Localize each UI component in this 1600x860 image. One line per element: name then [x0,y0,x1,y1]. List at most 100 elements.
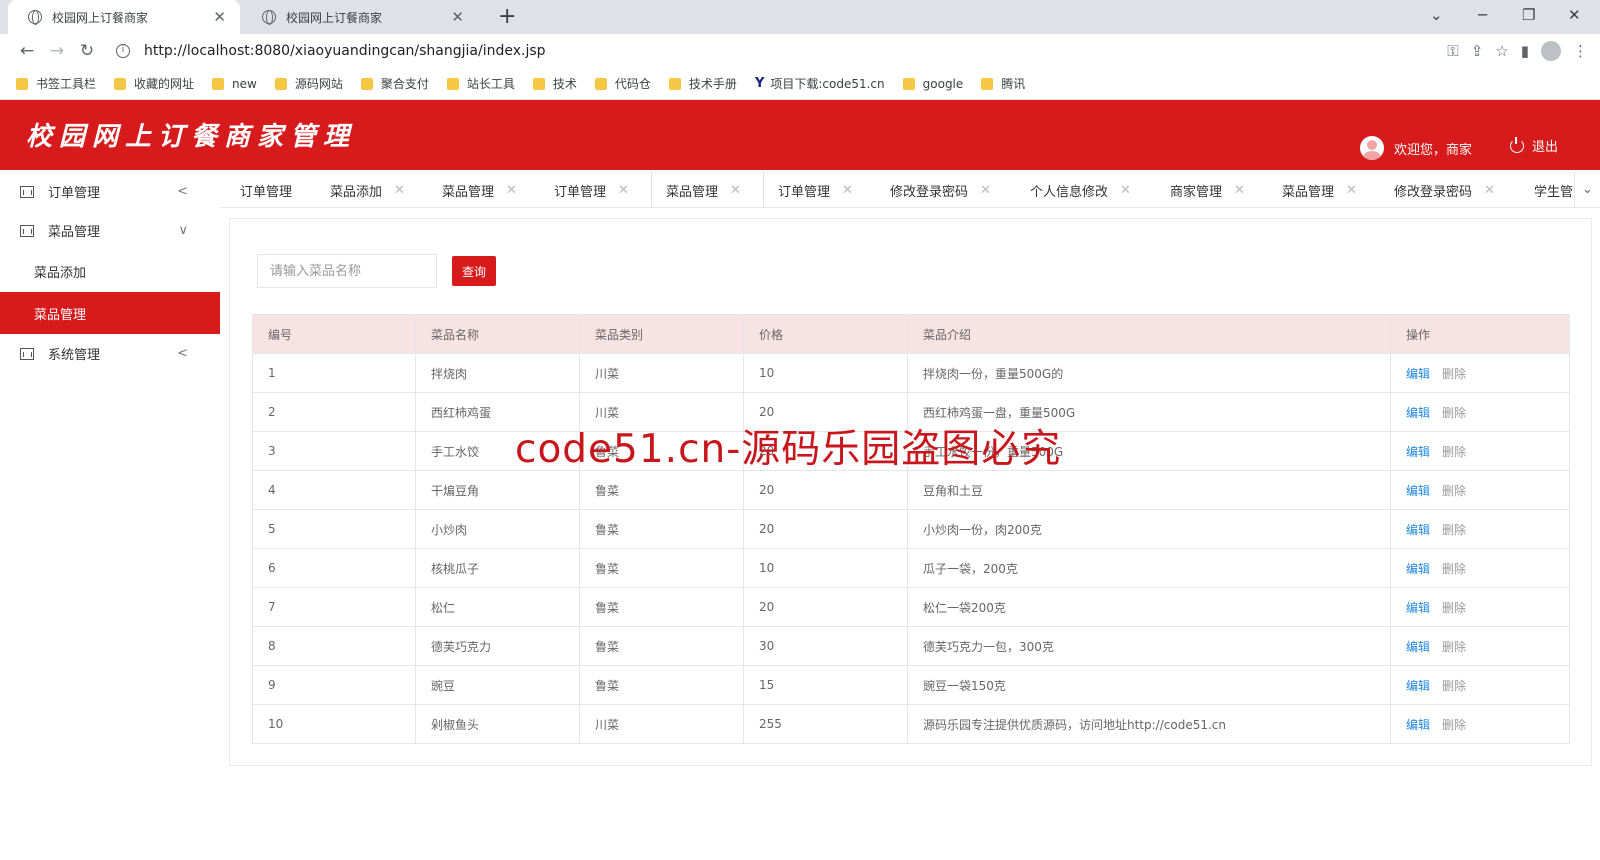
column-header: 编号 [252,314,416,354]
table-cell: 鲁菜 [579,587,744,627]
bookmark-item[interactable]: 腾讯 [981,75,1025,92]
close-icon[interactable]: ✕ [1484,183,1495,198]
bookmark-item[interactable]: 技术 [532,75,577,92]
edit-link[interactable]: 编辑 [1406,718,1430,732]
folder-icon [274,77,287,90]
reload-icon[interactable]: ↻ [72,41,102,61]
page-tab-active[interactable]: 菜品管理 ✕ [666,172,741,207]
page-tab[interactable]: 个人信息修改 ✕ [1030,172,1131,207]
bookmark-item[interactable]: Y 项目下载:code51.cn [755,75,885,92]
delete-link[interactable]: 删除 [1442,406,1466,420]
logout-label: 退出 [1531,140,1558,155]
window-close-icon[interactable]: ✕ [1568,6,1581,24]
close-icon[interactable]: ✕ [980,183,991,198]
table-cell: 20 [743,470,908,510]
bookmark-item[interactable]: 书签工具栏 [16,75,96,92]
close-icon[interactable]: ✕ [842,183,853,198]
bookmark-item[interactable]: new [212,77,257,91]
edit-link[interactable]: 编辑 [1406,406,1430,420]
delete-link[interactable]: 删除 [1442,445,1466,459]
bookmark-item[interactable]: google [902,77,963,91]
bookmark-item[interactable]: 技术手册 [668,75,737,92]
edit-link[interactable]: 编辑 [1406,640,1430,654]
profile-icon[interactable] [1541,41,1561,61]
close-icon[interactable]: ✕ [618,183,629,198]
chevron-down-icon[interactable]: ⌄ [1574,172,1600,207]
search-button[interactable]: 查询 [452,256,496,286]
page-tab[interactable]: 订单管理 ✕ [778,172,853,207]
table-cell: 鲁菜 [579,470,744,510]
delete-link[interactable]: 删除 [1442,679,1466,693]
page-tab[interactable]: 订单管理 ✕ [554,172,629,207]
star-icon[interactable]: ☆ [1495,42,1508,60]
sidebar-item-system[interactable]: 系统管理 < [0,334,220,373]
url-text: http://localhost:8080/xiaoyuandingcan/sh… [144,43,546,59]
site-info-icon[interactable]: i [116,44,130,58]
page-tab[interactable]: 菜品管理 ✕ [1282,172,1357,207]
new-tab-button[interactable]: + [498,4,516,29]
bookmark-item[interactable]: 聚合支付 [360,75,429,92]
page-tab[interactable]: 修改登录密码 ✕ [890,172,991,207]
edit-link[interactable]: 编辑 [1406,679,1430,693]
logout-button[interactable]: 退出 [1509,136,1558,155]
dish-name-search-input[interactable] [257,254,437,288]
page-tab[interactable]: 修改登录密码 ✕ [1394,172,1495,207]
delete-link[interactable]: 删除 [1442,601,1466,615]
sidebar-item-orders[interactable]: 订单管理 < [0,172,220,211]
bookmark-item[interactable]: 代码仓 [594,75,651,92]
close-icon[interactable]: ✕ [506,183,517,198]
sidebar-subitem-add-dish[interactable]: 菜品添加 [0,250,220,292]
page-tab[interactable]: 菜品管理 ✕ [442,172,517,207]
close-icon[interactable]: ✕ [213,8,226,26]
edit-link[interactable]: 编辑 [1406,562,1430,576]
delete-link[interactable]: 删除 [1442,484,1466,498]
row-actions: 编辑 删除 [1390,626,1570,666]
delete-link[interactable]: 删除 [1442,523,1466,537]
tab-search-icon[interactable]: ⌄ [1430,6,1443,24]
content-card: 查询 编号 菜品名称 菜品类别 价格 菜品介绍 操作 1拌烧肉川菜10拌烧肉一份… [229,218,1592,766]
edit-link[interactable]: 编辑 [1406,367,1430,381]
key-icon[interactable]: ⚿ [1447,42,1458,60]
restore-icon[interactable]: ❐ [1522,6,1535,24]
edit-link[interactable]: 编辑 [1406,601,1430,615]
page-tab[interactable]: 订单管理 [240,172,292,207]
browser-tab-active[interactable]: 校园网上订餐商家 ✕ [8,0,240,34]
edit-link[interactable]: 编辑 [1406,484,1430,498]
table-cell: 干煸豆角 [415,470,580,510]
delete-link[interactable]: 删除 [1442,640,1466,654]
close-icon[interactable]: ✕ [1346,183,1357,198]
menu-icon[interactable]: ⋮ [1573,42,1588,60]
table-row: 6 核桃瓜子 鲁菜 10 瓜子一袋，200克 编辑 删除 [252,548,1570,588]
minimize-icon[interactable]: ─ [1478,6,1487,24]
delete-link[interactable]: 删除 [1442,562,1466,576]
sidebar-item-dishes[interactable]: 菜品管理 ∨ [0,211,220,250]
sidepanel-icon[interactable]: ▮ [1521,42,1529,60]
close-icon[interactable]: ✕ [394,183,405,198]
delete-link[interactable]: 删除 [1442,367,1466,381]
page-tab[interactable]: 商家管理 ✕ [1170,172,1245,207]
bookmark-item[interactable]: 收藏的网址 [114,75,194,92]
close-icon[interactable]: ✕ [451,8,464,26]
power-icon [1509,136,1524,153]
url-field[interactable]: i http://localhost:8080/xiaoyuandingcan/… [116,43,1447,59]
sidebar-subitem-manage-dishes[interactable]: 菜品管理 [0,292,220,334]
table-cell: 豌豆一袋150克 [907,665,1391,705]
forward-icon[interactable]: → [42,41,72,61]
close-icon[interactable]: ✕ [1120,183,1131,198]
table-cell: 9 [252,665,416,705]
delete-link[interactable]: 删除 [1442,718,1466,732]
user-info[interactable]: 欢迎您，商家 [1359,136,1472,160]
edit-link[interactable]: 编辑 [1406,523,1430,537]
close-icon[interactable]: ✕ [730,183,741,198]
table-cell: 手工水饺 [415,431,580,471]
close-icon[interactable]: ✕ [1234,183,1245,198]
page-tab[interactable]: 学生管 [1534,172,1573,207]
browser-tab[interactable]: 校园网上订餐商家 ✕ [242,0,478,34]
back-icon[interactable]: ← [12,41,42,61]
share-icon[interactable]: ⇪ [1471,42,1484,60]
bookmark-item[interactable]: 站长工具 [446,75,515,92]
edit-link[interactable]: 编辑 [1406,445,1430,459]
page-tab[interactable]: 菜品添加 ✕ [330,172,405,207]
table-cell: 10 [743,353,908,393]
bookmark-item[interactable]: 源码网站 [274,75,343,92]
